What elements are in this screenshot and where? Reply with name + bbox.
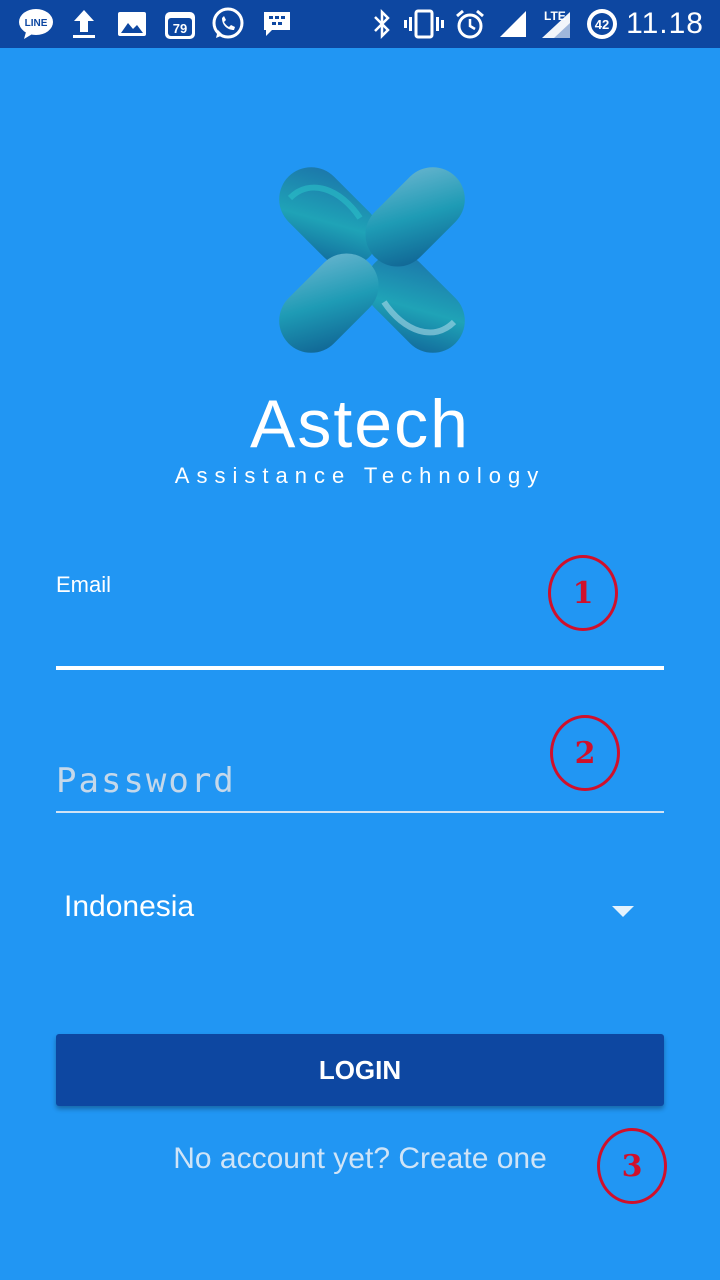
dropdown-arrow-icon	[612, 906, 634, 917]
email-label: Email	[56, 572, 112, 597]
annotation-marker-1: 1	[548, 555, 618, 631]
app-logo	[270, 158, 474, 362]
battery-icon: 42	[584, 8, 620, 40]
bluetooth-icon	[370, 8, 394, 40]
app-title: Astech	[250, 386, 470, 462]
lte-signal-icon: LTE	[534, 8, 574, 40]
whatsapp-icon	[210, 7, 246, 40]
lte-label: LTE	[544, 9, 566, 23]
bbm-icon	[262, 8, 292, 40]
annotation-marker-3: 3	[597, 1128, 667, 1204]
calendar-icon: 79	[164, 8, 196, 40]
login-button[interactable]: LOGIN	[56, 1034, 664, 1106]
notification-count: 79	[173, 21, 187, 36]
status-bar: LINE 79 LTE 42 11.18	[0, 0, 720, 48]
vibrate-icon	[404, 8, 444, 40]
upload-icon	[70, 8, 98, 40]
email-underline	[56, 666, 664, 670]
country-dropdown[interactable]: Indonesia	[56, 880, 664, 942]
alarm-icon	[454, 8, 486, 40]
image-icon	[116, 8, 148, 40]
annotation-marker-2: 2	[550, 715, 620, 791]
country-selected-value: Indonesia	[64, 890, 195, 923]
signal-icon	[498, 8, 528, 40]
battery-level: 42	[595, 17, 609, 32]
app-subtitle: Assistance Technology	[174, 463, 546, 488]
clock: 11.18	[626, 7, 704, 40]
password-underline	[56, 811, 664, 813]
svg-text:LINE: LINE	[25, 18, 48, 29]
line-icon: LINE	[18, 8, 54, 40]
